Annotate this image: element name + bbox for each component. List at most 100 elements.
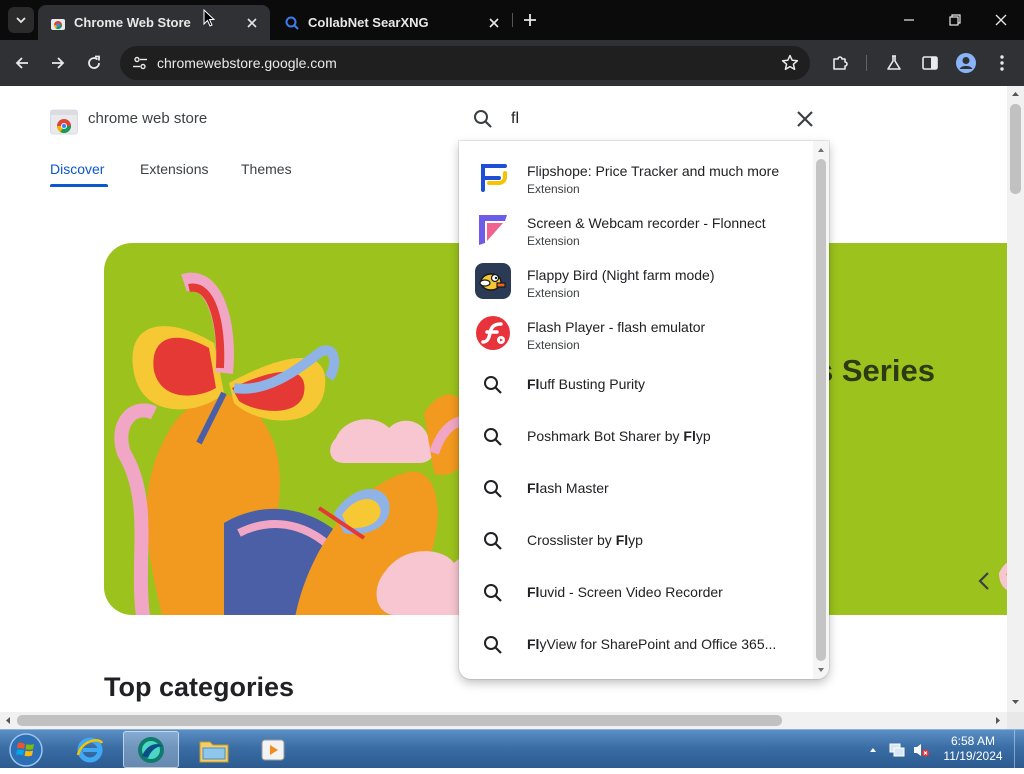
scrollbar-thumb[interactable] [1010,104,1021,194]
close-icon [995,14,1007,26]
browser-toolbar: chromewebstore.google.com [0,40,1024,86]
suggestion-text: FlyView for SharePoint and Office 365... [527,636,777,652]
suggestion-query-item[interactable]: FlyView for SharePoint and Office 365... [459,619,813,671]
address-bar[interactable]: chromewebstore.google.com [120,46,810,80]
search-icon [484,480,502,498]
suggestion-query-item[interactable]: Flash Master [459,463,813,515]
flappy-bird-icon [475,263,511,299]
toolbar-separator [866,55,867,71]
search-bar[interactable] [459,97,829,141]
suggestion-text: Poshmark Bot Sharer by Flyp [527,428,711,444]
show-hidden-icons-icon[interactable] [868,745,878,755]
scroll-right-arrow-icon[interactable] [994,716,1002,725]
suggestion-query-item[interactable]: Crosslister by Flyp [459,515,813,567]
scroll-down-arrow-icon[interactable] [816,665,826,675]
suggestion-query-item[interactable]: Poshmark Bot Sharer by Flyp [459,411,813,463]
side-panel-icon [922,56,938,70]
suggestion-name: Flappy Bird (Night farm mode) [527,267,715,283]
side-panel-button[interactable] [915,48,945,78]
tab-chrome-web-store[interactable]: Chrome Web Store [38,5,270,40]
volume-muted-icon[interactable] [912,742,930,758]
suggestion-text: Fluff Busting Purity [527,376,646,392]
brand-name[interactable]: chrome web store [88,110,207,127]
folder-icon [199,741,229,762]
network-icon[interactable] [888,742,906,758]
url-text: chromewebstore.google.com [157,55,337,71]
suggestion-extension-item[interactable]: Flash Player - flash emulator Extension [459,307,813,359]
menu-button[interactable] [987,48,1017,78]
tab-separator [512,13,513,27]
restore-button[interactable] [932,0,978,40]
close-icon [489,17,499,28]
search-icon [484,584,502,602]
forward-button[interactable] [43,48,73,78]
windows-logo-icon [9,733,43,767]
bookmark-star-icon[interactable] [780,53,800,73]
close-tab-button[interactable] [242,13,262,33]
suggestion-text: Crosslister by Flyp [527,532,643,548]
suggestion-extension-item[interactable]: Screen & Webcam recorder - Flonnect Exte… [459,203,813,255]
close-window-button[interactable] [978,0,1024,40]
restore-icon [949,14,961,26]
close-icon [247,17,257,28]
scroll-up-arrow-icon[interactable] [1011,90,1020,98]
clock-date: 11/19/2024 [943,749,1003,763]
taskbar-media-player[interactable] [245,731,301,768]
chevron-left-icon[interactable] [974,569,994,593]
dropdown-scrollbar-thumb[interactable] [816,159,826,661]
suggestion-type: Extension [527,182,580,196]
scroll-up-arrow-icon[interactable] [816,145,826,155]
search-input[interactable] [511,107,771,131]
show-desktop-button[interactable] [1014,730,1024,769]
suggestion-query-item[interactable]: Fluvid - Screen Video Recorder [459,567,813,619]
page-vertical-scrollbar[interactable] [1007,86,1024,712]
chrome-web-store-logo[interactable] [50,107,78,135]
tab-title: CollabNet SearXNG [308,15,429,30]
mouse-cursor-icon [203,9,215,27]
plus-icon [524,14,536,26]
suggestion-name: Flipshope: Price Tracker and much more [527,163,780,179]
suggestion-name: Flash Player - flash emulator [527,319,706,335]
back-button[interactable] [7,48,37,78]
profile-button[interactable] [951,48,981,78]
nav-tab-extensions[interactable]: Extensions [140,161,208,177]
suggestion-text: Flash Master [527,480,609,496]
page-horizontal-scrollbar[interactable] [0,712,1007,729]
nav-tab-discover[interactable]: Discover [50,161,104,177]
windows-taskbar: 6:58 AM 11/19/2024 [0,729,1024,769]
scrollbar-thumb[interactable] [17,715,782,726]
start-button[interactable] [6,731,46,769]
tab-title: Chrome Web Store [74,15,191,30]
scroll-left-arrow-icon[interactable] [4,716,12,725]
tab-search-button[interactable] [8,7,34,33]
extensions-button[interactable] [825,48,855,78]
suggestion-extension-item[interactable]: Flipshope: Price Tracker and much more E… [459,151,813,203]
reload-button[interactable] [79,48,109,78]
close-tab-button[interactable] [484,13,504,33]
system-tray [868,730,930,769]
hero-title: s Series [816,353,935,388]
taskbar-clock[interactable]: 6:58 AM 11/19/2024 [936,734,1010,764]
search-icon [484,376,502,394]
more-vertical-icon [1000,55,1004,71]
minimize-button[interactable] [886,0,932,40]
site-info-icon [133,56,147,70]
taskbar-chrome-browser[interactable] [123,731,179,768]
labs-button[interactable] [879,48,909,78]
taskbar-file-explorer[interactable] [186,731,242,768]
tab-collabnet-searxng[interactable]: CollabNet SearXNG [272,5,512,40]
puzzle-icon [833,56,848,70]
avatar-icon [956,53,976,73]
search-icon [484,428,502,446]
chevron-down-icon [16,17,26,24]
flonnect-icon [475,211,511,247]
minimize-icon [904,19,914,21]
suggestion-query-item[interactable]: Fluff Busting Purity [459,359,813,411]
nav-tab-themes[interactable]: Themes [241,161,292,177]
new-tab-button[interactable] [519,9,541,31]
internet-explorer-icon [76,737,104,762]
taskbar-internet-explorer[interactable] [62,731,118,768]
close-icon[interactable] [793,107,817,131]
suggestion-extension-item[interactable]: Flappy Bird (Night farm mode) Extension [459,255,813,307]
scroll-down-arrow-icon[interactable] [1011,698,1020,706]
